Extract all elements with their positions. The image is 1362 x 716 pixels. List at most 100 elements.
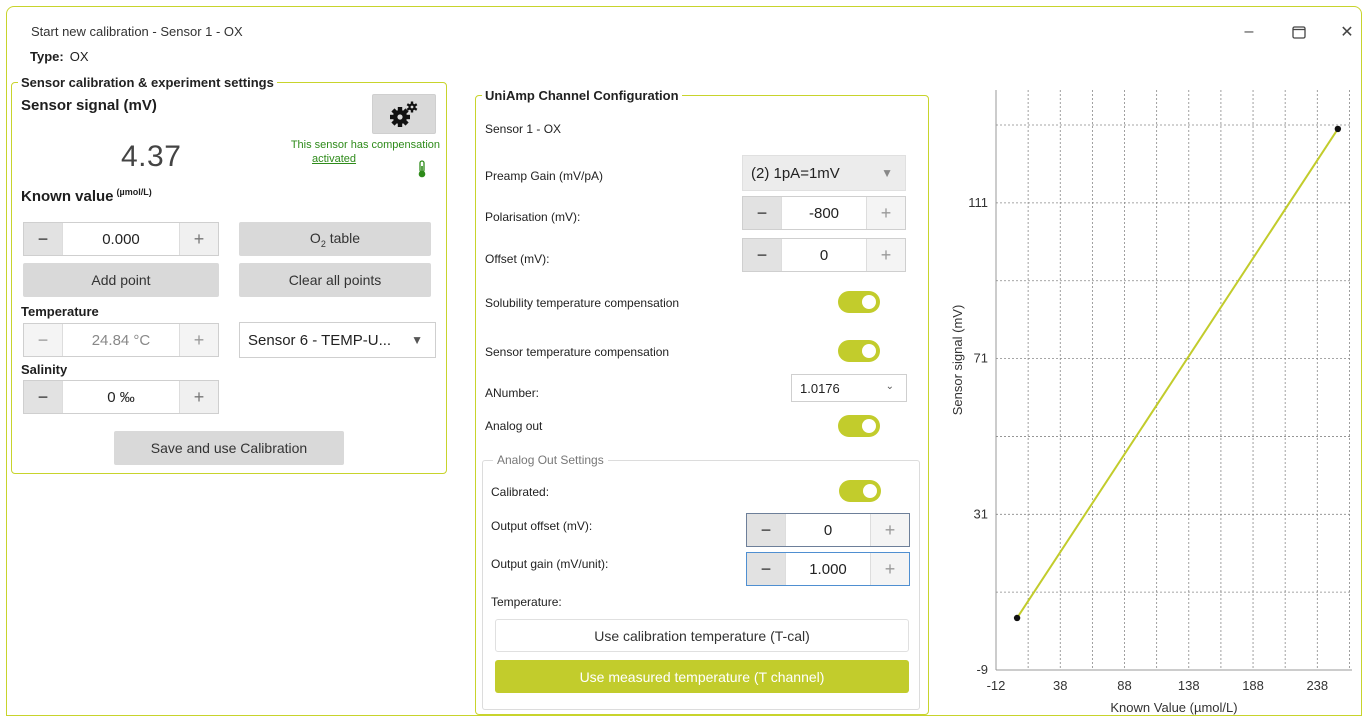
known-value-stepper: − 0.000 + [23, 222, 219, 256]
known-value-input[interactable]: 0.000 [62, 223, 180, 255]
save-calibration-button[interactable]: Save and use Calibration [114, 431, 344, 465]
sensor-name: Sensor 1 - OX [485, 122, 562, 136]
x-tick-label: 188 [1242, 678, 1264, 693]
polarisation-plus-button[interactable]: + [867, 197, 905, 229]
known-value-plus-button[interactable]: + [180, 223, 218, 255]
sensor-calibration-group: Sensor calibration & experiment settings… [11, 75, 447, 474]
compensation-link[interactable]: activated [312, 153, 356, 165]
temperature-sensor-select[interactable]: Sensor 6 - TEMP-U... ▼ [239, 322, 436, 358]
offset-plus-button[interactable]: + [867, 239, 905, 271]
type-label: Type: [30, 49, 64, 64]
polarisation-stepper: − -800 + [742, 196, 906, 230]
o2-suffix: table [325, 229, 361, 246]
compensation-text: This sensor has compensation [290, 139, 440, 151]
calibration-chart: -12 38 88 138 188 238 -9 31 71 111 Known Value (µ… [940, 80, 1362, 716]
anumber-select[interactable]: 1.0176 ⌄ [791, 374, 907, 402]
analog-out-toggle[interactable] [838, 415, 880, 437]
uniamp-channel-group: UniAmp Channel Configuration Sensor 1 - … [475, 88, 929, 715]
temperature-sensor-value: Sensor 6 - TEMP-U... [248, 331, 392, 349]
o2-table-button[interactable]: O2 table [239, 222, 431, 256]
y-tick-label: -9 [976, 662, 988, 677]
polarisation-input[interactable]: -800 [781, 197, 867, 229]
chevron-down-icon: ⌄ [885, 381, 894, 392]
x-tick-label: 38 [1053, 678, 1067, 693]
preamp-gain-select[interactable]: (2) 1pA=1mV ▼ [742, 155, 906, 191]
known-value-minus-button[interactable]: − [24, 223, 62, 255]
output-offset-stepper: − 0 + [746, 513, 910, 547]
y-axis-label: Sensor signal (mV) [950, 305, 965, 416]
output-gain-plus-button[interactable]: + [871, 553, 909, 585]
title-bar: Start new calibration - Sensor 1 - OX – … [7, 7, 1361, 53]
temperature-label: Temperature [21, 304, 99, 319]
y-tick-label: 31 [974, 506, 988, 521]
y-tick-label: 111 [968, 195, 988, 210]
close-icon[interactable]: ✕ [1327, 17, 1362, 47]
clear-all-points-button[interactable]: Clear all points [239, 263, 431, 297]
anumber-label: ANumber: [485, 386, 540, 400]
use-measured-temperature-button[interactable]: Use measured temperature (T channel) [495, 660, 909, 693]
group-legend: Sensor calibration & experiment settings [18, 75, 277, 90]
temperature-plus-button[interactable]: + [180, 324, 218, 356]
maximize-icon[interactable] [1279, 17, 1319, 47]
thermometer-icon [417, 160, 427, 181]
chevron-down-icon: ▼ [411, 333, 423, 347]
output-gain-minus-button[interactable]: − [747, 553, 785, 585]
output-offset-label: Output offset (mV): [491, 519, 593, 533]
polarisation-label: Polarisation (mV): [485, 210, 581, 224]
uniamp-legend: UniAmp Channel Configuration [482, 88, 682, 103]
preamp-gain-value: (2) 1pA=1mV [751, 164, 840, 182]
temperature-minus-button[interactable]: − [24, 324, 62, 356]
o2-table-label: O2 table [310, 230, 360, 249]
sensor-temp-compensation-label: Sensor temperature compensation [485, 345, 670, 359]
polarisation-minus-button[interactable]: − [743, 197, 781, 229]
x-tick-label: 238 [1306, 678, 1328, 693]
temperature-stepper: − 24.84 °C + [23, 323, 219, 357]
calibration-point [1334, 125, 1342, 133]
solubility-compensation-toggle[interactable] [838, 291, 880, 313]
offset-minus-button[interactable]: − [743, 239, 781, 271]
output-temperature-label: Temperature: [491, 595, 562, 609]
sensor-signal-value: 4.37 [121, 140, 182, 173]
salinity-plus-button[interactable]: + [180, 381, 218, 413]
calibration-chart-svg: -12 38 88 138 188 238 -9 31 71 111 Known Value (µ… [950, 90, 1352, 715]
known-value-unit: (µmol/L) [116, 187, 152, 197]
salinity-input[interactable]: 0 ‰ [62, 381, 180, 413]
salinity-stepper: − 0 ‰ + [23, 380, 219, 414]
analog-out-label: Analog out [485, 419, 543, 433]
solubility-compensation-label: Solubility temperature compensation [485, 296, 680, 310]
offset-label: Offset (mV): [485, 252, 550, 266]
known-value-title: Known value (µmol/L) [21, 187, 152, 205]
temperature-input[interactable]: 24.84 °C [62, 324, 180, 356]
type-value: OX [69, 49, 89, 64]
calibrated-label: Calibrated: [491, 485, 550, 499]
y-tick-label: 71 [974, 351, 988, 366]
salinity-minus-button[interactable]: − [24, 381, 62, 413]
output-offset-plus-button[interactable]: + [871, 514, 909, 546]
x-axis-label: Known Value (µmol/L) [1110, 700, 1237, 715]
add-point-button[interactable]: Add point [23, 263, 219, 297]
x-tick-label: 88 [1117, 678, 1131, 693]
calibrated-toggle[interactable] [839, 480, 881, 502]
gears-icon [390, 101, 418, 127]
output-offset-minus-button[interactable]: − [747, 514, 785, 546]
minimize-icon[interactable]: – [1229, 17, 1269, 47]
output-gain-input[interactable]: 1.000 [785, 553, 871, 585]
offset-input[interactable]: 0 [781, 239, 867, 271]
analog-out-settings-group: Analog Out Settings Calibrated: Output o… [482, 453, 920, 710]
output-offset-input[interactable]: 0 [785, 514, 871, 546]
o2-o: O [309, 229, 321, 246]
offset-stepper: − 0 + [742, 238, 906, 272]
calibration-point [1013, 614, 1021, 622]
type-line: Type: OX [30, 49, 89, 64]
chevron-down-icon: ▼ [881, 166, 893, 180]
output-gain-stepper: − 1.000 + [746, 552, 910, 586]
output-gain-label: Output gain (mV/unit): [491, 557, 609, 571]
use-calibration-temperature-button[interactable]: Use calibration temperature (T-cal) [495, 619, 909, 652]
x-tick-label: 138 [1178, 678, 1200, 693]
calibration-line [1016, 128, 1339, 619]
preamp-gain-label: Preamp Gain (mV/pA) [485, 169, 604, 183]
known-value-label: Known value [21, 188, 114, 205]
x-tick-label: -12 [987, 678, 1006, 693]
settings-button[interactable] [372, 94, 436, 134]
sensor-temp-compensation-toggle[interactable] [838, 340, 880, 362]
